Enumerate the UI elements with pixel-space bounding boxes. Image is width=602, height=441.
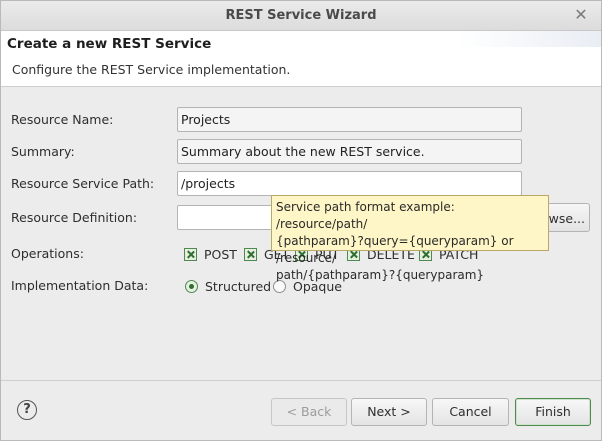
checkbox-checked-icon — [244, 247, 257, 261]
title-bar: REST Service Wizard ✕ — [1, 1, 601, 31]
tooltip-line: {pathparam}?query={queryparam} or /resou… — [276, 234, 514, 265]
back-button[interactable]: < Back — [271, 398, 347, 426]
help-icon[interactable]: ? — [17, 400, 37, 420]
service-path-tooltip: Service path format example: /resource/p… — [271, 195, 549, 282]
resource-definition-input[interactable] — [177, 205, 277, 230]
resource-name-label: Resource Name: — [11, 112, 114, 127]
wizard-header: Create a new REST Service Configure the … — [1, 31, 601, 87]
wizard-window: REST Service Wizard ✕ Create a new REST … — [0, 0, 602, 441]
structured-radio[interactable]: Structured — [185, 278, 271, 294]
service-path-input[interactable]: /projects — [177, 171, 522, 196]
tooltip-line: path/{pathparam}?{queryparam} — [276, 268, 485, 282]
summary-input[interactable]: Summary about the new REST service. — [177, 139, 522, 164]
header-banner — [459, 31, 601, 47]
page-title: Create a new REST Service — [7, 36, 212, 52]
service-path-label: Resource Service Path: — [11, 176, 155, 191]
resource-name-input[interactable]: Projects — [177, 107, 522, 132]
tooltip-line: Service path format example: /resource/p… — [276, 200, 455, 231]
resource-definition-label: Resource Definition: — [11, 210, 138, 225]
next-button[interactable]: Next > — [351, 398, 427, 426]
structured-label: Structured — [205, 278, 272, 294]
footer-divider — [1, 380, 601, 381]
finish-button[interactable]: Finish — [515, 398, 591, 426]
checkbox-checked-icon — [184, 247, 197, 261]
operation-post-checkbox[interactable]: POST — [184, 246, 237, 262]
page-description: Configure the REST Service implementatio… — [12, 62, 291, 77]
implementation-data-label: Implementation Data: — [11, 278, 149, 293]
close-icon[interactable]: ✕ — [573, 6, 589, 24]
cancel-button[interactable]: Cancel — [432, 398, 509, 426]
radio-selected-icon — [185, 279, 198, 293]
operation-post-label: POST — [204, 246, 237, 262]
summary-label: Summary: — [11, 144, 75, 159]
operations-label: Operations: — [11, 246, 84, 261]
window-title: REST Service Wizard — [225, 8, 377, 23]
